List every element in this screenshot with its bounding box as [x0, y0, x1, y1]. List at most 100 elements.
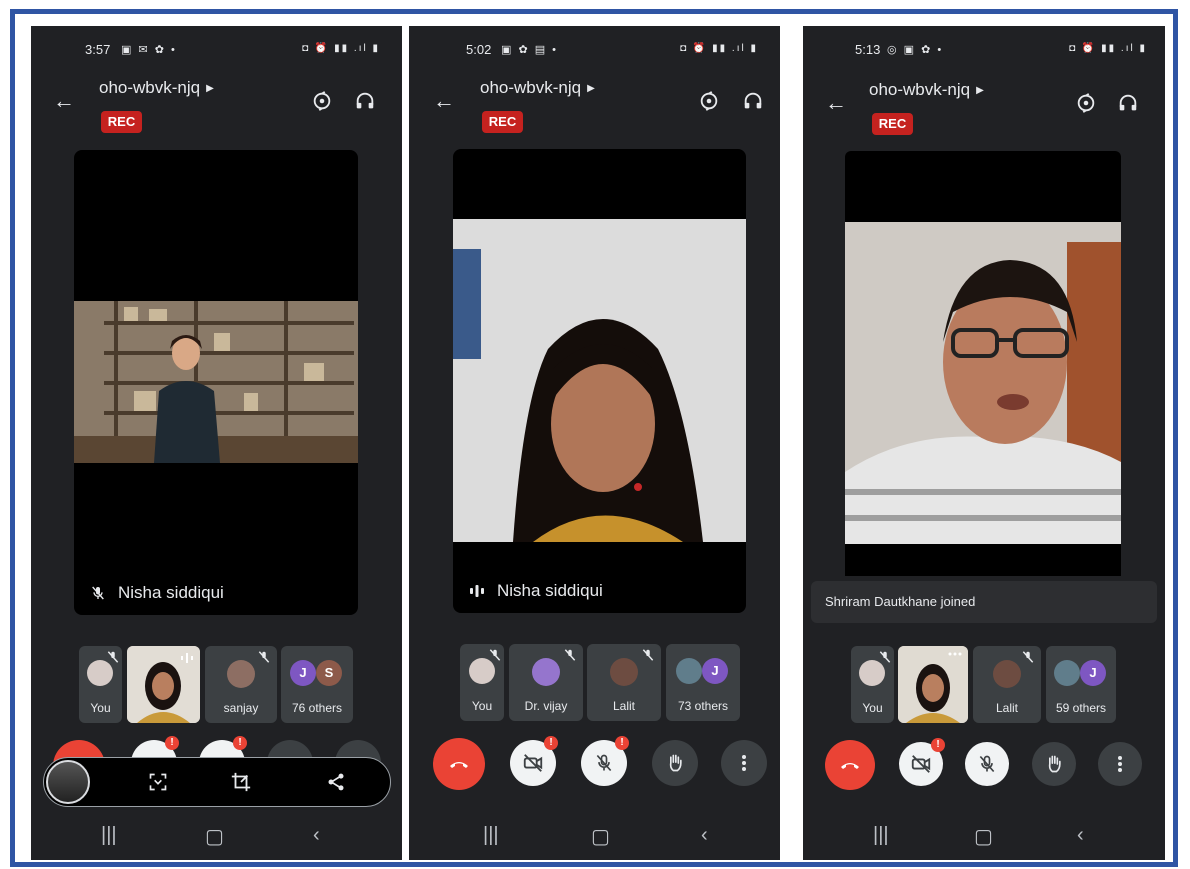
avatar — [676, 658, 702, 684]
back-arrow-icon[interactable]: ← — [53, 88, 75, 114]
switch-camera-icon[interactable] — [1075, 92, 1097, 114]
participant-tile-you[interactable]: You — [851, 646, 894, 723]
audio-level-icon — [470, 585, 484, 597]
main-video-tile[interactable] — [845, 151, 1121, 576]
participant-tile-you[interactable]: You — [79, 646, 122, 723]
back-arrow-icon[interactable]: ← — [825, 90, 847, 116]
phone-screen-2: 5:02 ▣ ✿ ▤ • ◘ ⏰ ▮▮ .ıl ▮ ← oho-wbvk-njq… — [409, 26, 780, 860]
back-arrow-icon[interactable]: ← — [433, 88, 455, 114]
mic-off-icon — [258, 651, 270, 663]
switch-camera-icon[interactable] — [311, 90, 333, 112]
system-status-icons: ◘ ⏰ ▮▮ .ıl ▮ — [1069, 43, 1147, 54]
mic-off-icon — [1022, 651, 1034, 663]
participant-tile-others[interactable]: J 73 others — [666, 644, 740, 721]
participant-name: 59 others — [1055, 701, 1107, 715]
hangup-button[interactable] — [825, 740, 875, 790]
participant-name: Lalit — [612, 699, 635, 713]
home-icon[interactable]: ▢ — [205, 824, 224, 849]
speaker-video — [74, 301, 358, 463]
meeting-code[interactable]: oho-wbvk-njq ▶ — [99, 78, 214, 98]
participant-name: 73 others — [677, 699, 729, 713]
nav-back-icon[interactable]: ‹ — [313, 824, 320, 847]
mic-off-icon — [489, 649, 501, 661]
participant-tile-video[interactable] — [127, 646, 200, 723]
meeting-code[interactable]: oho-wbvk-njq ▶ — [869, 80, 984, 100]
home-icon[interactable]: ▢ — [974, 824, 993, 849]
raise-hand-button[interactable] — [1032, 742, 1076, 786]
phone-screen-3: 5:13 ◎ ▣ ✿ • ◘ ⏰ ▮▮ .ıl ▮ ← oho-wbvk-njq… — [803, 26, 1165, 860]
screenshot-thumbnail[interactable] — [46, 760, 90, 804]
mic-off-icon — [979, 755, 995, 773]
phone-hangup-icon — [450, 762, 468, 768]
camera-toggle-button[interactable]: ! — [510, 736, 558, 786]
status-time: 5:02 — [466, 42, 492, 57]
main-video-tile[interactable]: Nisha siddiqui — [74, 150, 358, 615]
nav-back-icon[interactable]: ‹ — [701, 824, 708, 847]
recents-icon[interactable]: ||| — [483, 824, 499, 847]
speaker-video — [453, 219, 746, 542]
status-time: 3:57 — [85, 42, 111, 57]
participant-tile-sanjay[interactable]: sanjay — [205, 646, 277, 723]
participant-tile-lalit[interactable]: Lalit — [587, 644, 661, 721]
phone-hangup-icon — [841, 763, 859, 769]
notification-icons: ▣ ✉ ✿ • — [121, 44, 177, 56]
meeting-code[interactable]: oho-wbvk-njq ▶ — [480, 78, 595, 98]
more-horiz-icon[interactable] — [948, 652, 962, 656]
status-bar: 3:57 ▣ ✉ ✿ • ◘ ⏰ ▮▮ .ıl ▮ — [31, 40, 402, 60]
nav-back-icon[interactable]: ‹ — [1077, 824, 1084, 847]
recents-icon[interactable]: ||| — [101, 824, 117, 847]
avatar — [1054, 660, 1080, 686]
share-icon[interactable] — [326, 772, 346, 792]
scroll-capture-icon[interactable] — [148, 772, 168, 792]
participant-tile-dr-vijay[interactable]: Dr. vijay — [509, 644, 583, 721]
participant-name: You — [471, 699, 493, 713]
headphones-icon[interactable] — [742, 90, 764, 112]
caret-right-icon: ▶ — [976, 85, 984, 97]
participant-name: Dr. vijay — [524, 699, 568, 713]
avatar — [993, 660, 1021, 688]
participant-strip: You Lalit J 59 others — [803, 646, 1165, 726]
mic-off-icon — [642, 649, 654, 661]
more-options-button[interactable] — [1098, 742, 1142, 786]
participant-name: You — [862, 701, 883, 715]
mic-toggle-button[interactable] — [965, 742, 1009, 786]
camera-toggle-button[interactable]: ! — [899, 738, 945, 786]
speaker-video — [845, 222, 1121, 544]
participant-tile-lalit[interactable]: Lalit — [973, 646, 1041, 723]
caret-right-icon: ▶ — [587, 83, 595, 95]
participant-tile-others[interactable]: J 59 others — [1046, 646, 1116, 723]
headphones-icon[interactable] — [354, 90, 376, 112]
speaker-label: Nisha siddiqui — [469, 581, 603, 601]
crop-edit-icon[interactable] — [230, 771, 252, 793]
rec-badge: REC — [872, 113, 913, 135]
switch-camera-icon[interactable] — [698, 90, 720, 112]
phone-screen-1: 3:57 ▣ ✉ ✿ • ◘ ⏰ ▮▮ .ıl ▮ ← oho-wbvk-njq… — [31, 26, 402, 860]
avatar: J — [702, 658, 728, 684]
participant-name: sanjay — [223, 701, 259, 715]
recents-icon[interactable]: ||| — [873, 824, 889, 847]
raise-hand-button[interactable] — [652, 740, 698, 786]
speaker-label: Nisha siddiqui — [90, 583, 224, 603]
participant-tile-video[interactable] — [898, 646, 968, 723]
hangup-button[interactable] — [433, 738, 485, 790]
mic-off-icon — [564, 649, 576, 661]
status-time: 5:13 — [855, 42, 881, 57]
more-options-button[interactable] — [721, 740, 767, 786]
participant-video — [898, 646, 968, 723]
meeting-code-text: oho-wbvk-njq — [869, 80, 971, 99]
avatar: J — [290, 660, 316, 686]
headphones-icon[interactable] — [1117, 92, 1139, 114]
avatar — [610, 658, 638, 686]
mic-toggle-button[interactable]: ! — [581, 736, 629, 786]
system-nav-bar: ||| ▢ ‹ — [409, 812, 780, 860]
main-video-tile[interactable]: Nisha siddiqui — [453, 149, 746, 613]
avatar — [532, 658, 560, 686]
participant-tile-you[interactable]: You — [460, 644, 504, 721]
home-icon[interactable]: ▢ — [591, 824, 610, 849]
warning-badge: ! — [931, 738, 945, 752]
warning-badge: ! — [165, 736, 179, 750]
join-notification: Shriram Dautkhane joined — [811, 581, 1157, 623]
participant-tile-others[interactable]: J S 76 others — [281, 646, 353, 723]
participant-strip: You Dr. vijay Lalit J 73 others — [409, 644, 780, 724]
mic-off-icon — [107, 651, 119, 663]
